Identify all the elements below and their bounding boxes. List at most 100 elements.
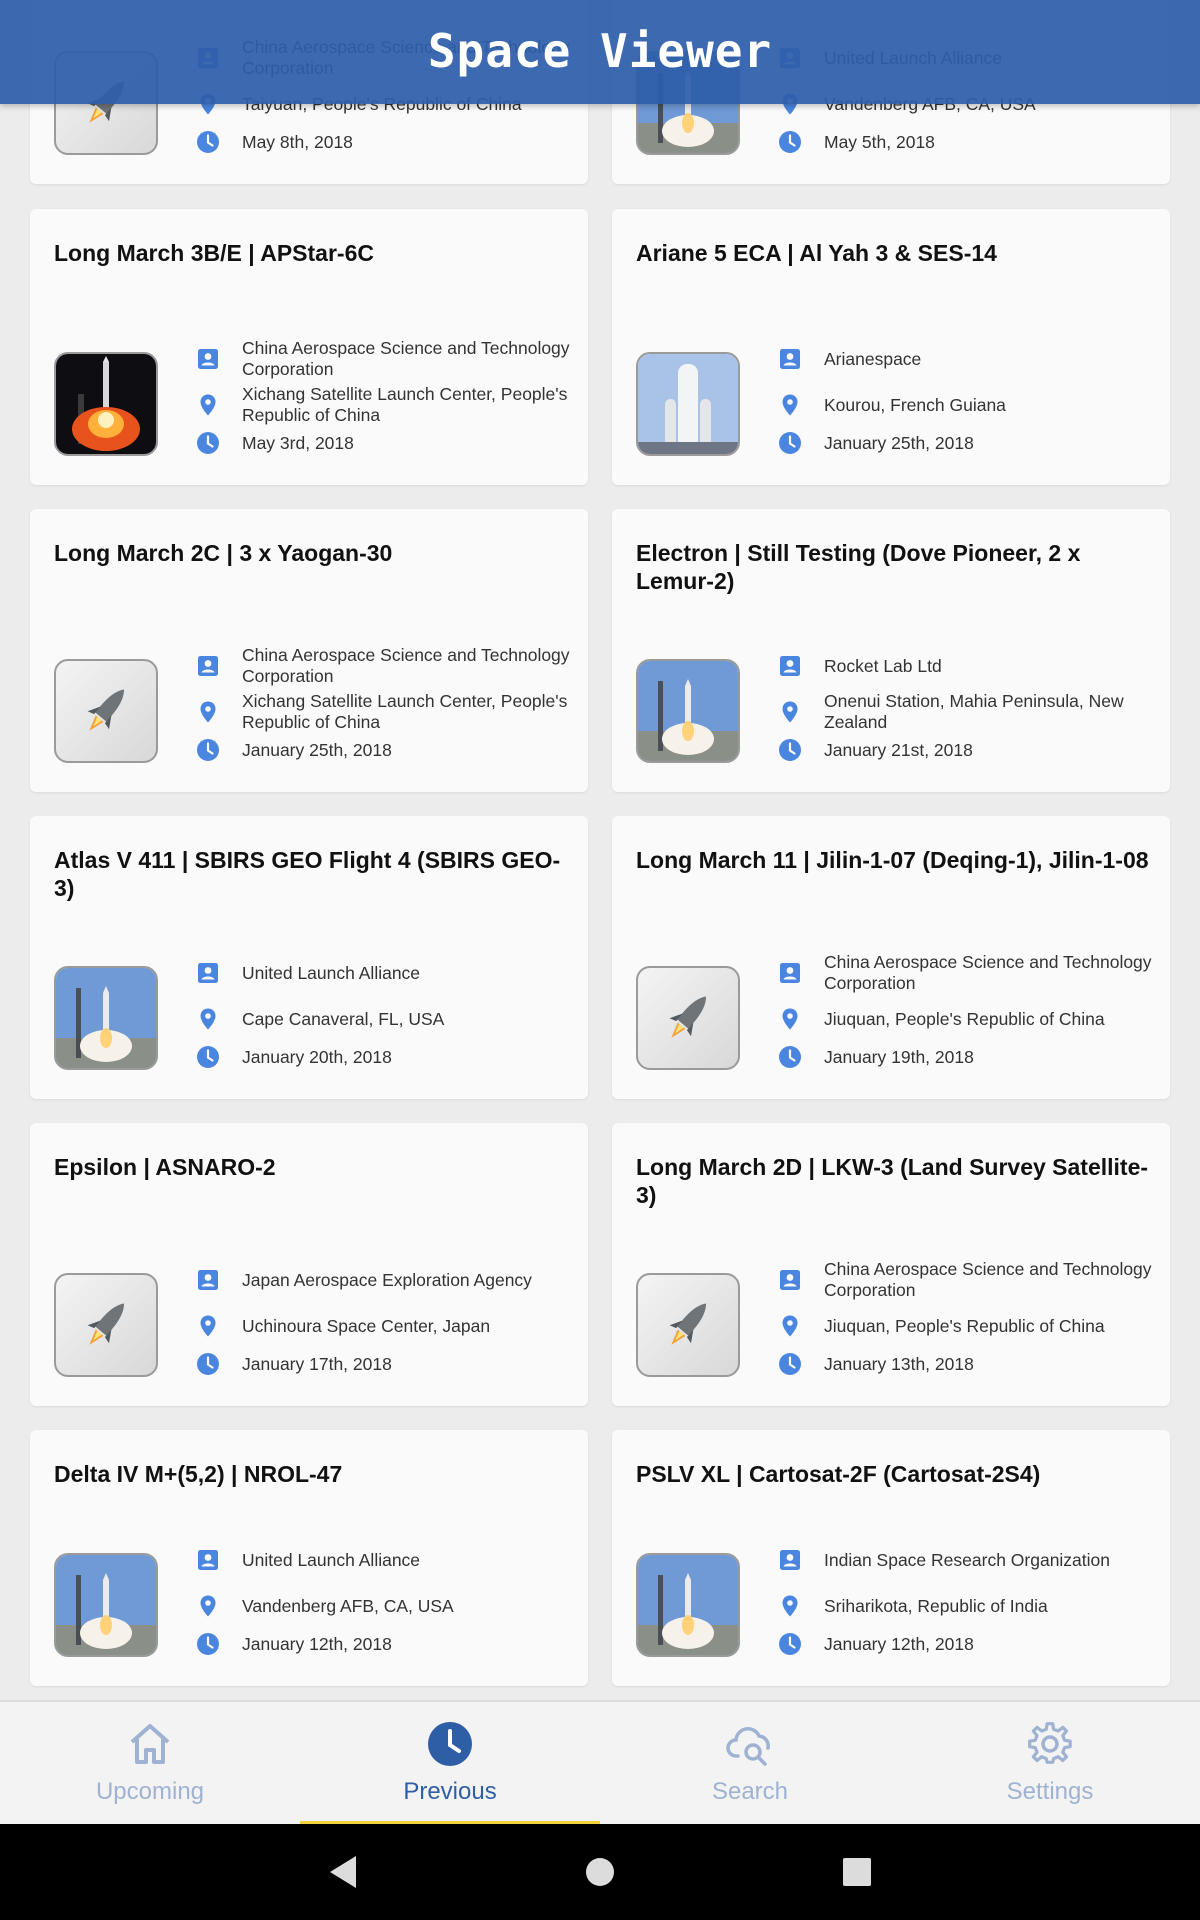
location-text: Onenui Station, Mahia Peninsula, New Zea… — [824, 691, 1124, 732]
launch-photo — [56, 354, 156, 454]
location-text: Xichang Satellite Launch Center, People'… — [242, 691, 568, 732]
person-badge-icon — [198, 963, 218, 983]
launch-card[interactable]: Atlas V 411 | SBIRS GEO Flight 4 (SBIRS … — [30, 816, 588, 1099]
launch-thumbnail[interactable] — [54, 352, 158, 456]
launch-card[interactable]: Delta IV M+(5,2) | NROL-47 United Launch… — [30, 1430, 588, 1686]
launch-thumbnail[interactable] — [54, 659, 158, 763]
placeholder-rocket-icon — [669, 996, 706, 1038]
agency-row: China Aerospace Science and Technology C… — [196, 644, 576, 688]
date-row: January 19th, 2018 — [778, 1042, 1158, 1072]
launch-thumbnail[interactable] — [636, 352, 740, 456]
location-row: Vandenberg AFB, CA, USA — [196, 1584, 576, 1628]
launch-title: Delta IV M+(5,2) | NROL-47 — [54, 1461, 343, 1487]
launch-thumbnail[interactable] — [54, 1553, 158, 1657]
launch-card[interactable]: Long March 2C | 3 x Yaogan-30 China Aero… — [30, 509, 588, 792]
clock-icon — [779, 1046, 801, 1068]
launch-card[interactable]: Epsilon | ASNARO-2 Japan Aerospace Explo… — [30, 1123, 588, 1406]
location-pin-icon — [200, 394, 216, 416]
placeholder-rocket-icon — [87, 689, 124, 731]
location-text: Jiuquan, People's Republic of China — [824, 1008, 1105, 1029]
agency-text: Japan Aerospace Exploration Agency — [242, 1269, 532, 1290]
agency-text: China Aerospace Science and Technology C… — [824, 952, 1152, 993]
location-pin-icon — [782, 1315, 798, 1337]
nav-label-search: Search — [711, 1778, 789, 1805]
nav-item-settings[interactable]: Settings — [900, 1702, 1200, 1826]
location-text: Uchinoura Space Center, Japan — [242, 1315, 491, 1336]
agency-text: United Launch Alliance — [242, 1549, 421, 1570]
home-icon — [130, 1724, 170, 1764]
nav-item-previous[interactable]: Previous — [300, 1702, 600, 1826]
person-badge-icon — [198, 1270, 218, 1290]
date-text: May 3rd, 2018 — [242, 432, 354, 453]
home-circle-icon[interactable] — [585, 1854, 615, 1890]
launch-card[interactable]: Long March 2D | LKW-3 (Land Survey Satel… — [612, 1123, 1170, 1406]
agency-row: Arianespace — [778, 337, 1158, 381]
location-pin-icon — [200, 701, 216, 723]
launch-thumbnail[interactable] — [636, 659, 740, 763]
location-row: Xichang Satellite Launch Center, People'… — [196, 690, 576, 734]
agency-row: Japan Aerospace Exploration Agency — [196, 1258, 576, 1302]
person-badge-icon — [780, 1550, 800, 1570]
date-text: January 20th, 2018 — [242, 1046, 392, 1067]
launch-photo — [56, 968, 156, 1068]
location-pin-icon — [200, 1008, 216, 1030]
back-icon[interactable] — [326, 1854, 360, 1890]
clock-icon — [197, 1353, 219, 1375]
launch-photo — [638, 1555, 738, 1655]
recents-square-icon[interactable] — [842, 1854, 872, 1890]
date-text: May 5th, 2018 — [824, 131, 935, 152]
launch-card[interactable]: Long March 11 | Jilin-1-07 (Deqing-1), J… — [612, 816, 1170, 1099]
location-row: Jiuquan, People's Republic of China — [778, 997, 1158, 1041]
launch-thumbnail[interactable] — [636, 1553, 740, 1657]
date-text: January 19th, 2018 — [824, 1046, 974, 1067]
date-row: May 8th, 2018 — [196, 127, 576, 157]
launch-card[interactable]: PSLV XL | Cartosat-2F (Cartosat-2S4) Ind… — [612, 1430, 1170, 1686]
launch-title: PSLV XL | Cartosat-2F (Cartosat-2S4) — [636, 1461, 1041, 1487]
clock-icon — [779, 1633, 801, 1655]
person-badge-icon — [780, 656, 800, 676]
location-row: Xichang Satellite Launch Center, People'… — [196, 383, 576, 427]
launch-card[interactable]: Electron | Still Testing (Dove Pioneer, … — [612, 509, 1170, 792]
launch-title: Epsilon | ASNARO-2 — [54, 1154, 276, 1180]
location-pin-icon — [200, 1315, 216, 1337]
launch-title: Long March 2D | LKW-3 (Land Survey Satel… — [636, 1154, 1149, 1208]
date-text: May 8th, 2018 — [242, 131, 353, 152]
agency-row: Indian Space Research Organization — [778, 1538, 1158, 1582]
date-row: January 17th, 2018 — [196, 1349, 576, 1379]
placeholder-rocket-icon — [87, 1303, 124, 1345]
system-navigation-bar — [0, 1824, 1200, 1920]
clock-icon — [197, 1046, 219, 1068]
location-text: Cape Canaveral, FL, USA — [242, 1008, 445, 1029]
launch-photo — [638, 661, 738, 761]
launch-thumbnail[interactable] — [54, 1273, 158, 1377]
person-badge-icon — [780, 963, 800, 983]
person-badge-icon — [780, 1270, 800, 1290]
agency-text: Arianespace — [824, 348, 922, 369]
nav-item-upcoming[interactable]: Upcoming — [0, 1702, 300, 1826]
location-row: Uchinoura Space Center, Japan — [196, 1304, 576, 1348]
date-text: January 12th, 2018 — [242, 1633, 392, 1654]
location-pin-icon — [782, 394, 798, 416]
agency-text: China Aerospace Science and Technology C… — [242, 338, 570, 379]
date-row: May 3rd, 2018 — [196, 428, 576, 458]
nav-label-settings: Settings — [1006, 1778, 1094, 1805]
launch-card[interactable]: Ariane 5 ECA | Al Yah 3 & SES-14 Arianes… — [612, 209, 1170, 485]
date-row: January 25th, 2018 — [196, 735, 576, 765]
launch-thumbnail[interactable] — [54, 966, 158, 1070]
location-text: Kourou, French Guiana — [824, 394, 1006, 415]
clock-icon — [197, 432, 219, 454]
clock-icon — [197, 131, 219, 153]
date-row: January 25th, 2018 — [778, 428, 1158, 458]
launch-thumbnail[interactable] — [636, 966, 740, 1070]
nav-item-search[interactable]: Search — [600, 1702, 900, 1826]
location-pin-icon — [782, 1008, 798, 1030]
agency-row: United Launch Alliance — [196, 1538, 576, 1582]
launch-thumbnail[interactable] — [636, 1273, 740, 1377]
launch-title: Long March 3B/E | APStar-6C — [54, 240, 374, 266]
app-bar: Space Viewer — [0, 0, 1200, 104]
launch-card[interactable]: Long March 3B/E | APStar-6C China Aerosp… — [30, 209, 588, 485]
launch-photo — [56, 1555, 156, 1655]
launch-title: Ariane 5 ECA | Al Yah 3 & SES-14 — [636, 240, 997, 266]
agency-text: Indian Space Research Organization — [824, 1549, 1111, 1570]
person-badge-icon — [198, 1550, 218, 1570]
